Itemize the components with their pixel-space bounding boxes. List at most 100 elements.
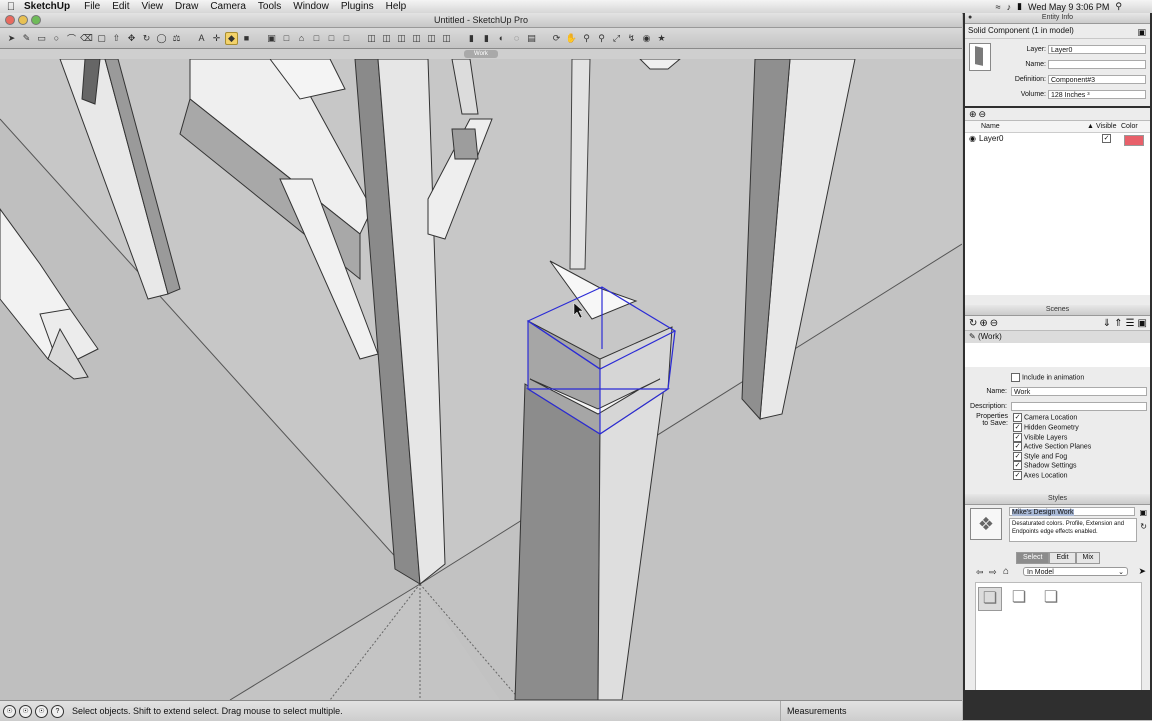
camera-iso-icon[interactable]: ▣ (265, 32, 278, 45)
zoom-window-icon[interactable]: ⚲ (595, 32, 608, 45)
name-input[interactable] (1048, 60, 1146, 69)
update-scene-icon[interactable]: ↻ (969, 318, 977, 329)
menu-view[interactable]: View (135, 1, 169, 12)
measurements-box[interactable]: Measurements (780, 701, 962, 721)
close-button[interactable] (5, 15, 15, 25)
style-thumbnail-item[interactable]: ❏ (1040, 587, 1062, 609)
prop-checkbox[interactable]: ✓ (1013, 461, 1022, 470)
user-icon[interactable]: ☉ (35, 704, 48, 718)
add-scene-icon[interactable]: ⊕ (979, 318, 987, 329)
home-icon[interactable]: ⌂ (1003, 566, 1009, 577)
model-viewport[interactable] (0, 59, 962, 700)
move-scene-down-icon[interactable]: ⇓ (1103, 318, 1111, 329)
panel-close-icon[interactable]: ● (968, 13, 972, 23)
shaded-style-icon[interactable]: ◫ (410, 32, 423, 45)
circle-tool-icon[interactable]: ○ (50, 32, 63, 45)
delete-layer-icon[interactable]: ⊖ (979, 109, 987, 120)
details-arrow-icon[interactable]: ➤ (1138, 566, 1146, 577)
menu-plugins[interactable]: Plugins (335, 1, 380, 12)
menu-camera[interactable]: Camera (204, 1, 252, 12)
orbit-tool-icon[interactable]: ⟳ (550, 32, 563, 45)
section-display-icon[interactable]: ▮ (480, 32, 493, 45)
sandbox-icon[interactable]: ▤ (525, 32, 538, 45)
menu-tools[interactable]: Tools (252, 1, 287, 12)
spotlight-icon[interactable]: ⚲ (1115, 1, 1122, 12)
apple-icon[interactable]:  (0, 1, 22, 13)
scene-tab-work[interactable]: Work (464, 50, 498, 58)
help-icon[interactable]: ? (51, 704, 64, 718)
style-thumbnail-icon[interactable]: ❖ (970, 508, 1002, 540)
move-tool-icon[interactable]: ✥ (125, 32, 138, 45)
hidden-line-style-icon[interactable]: ◫ (395, 32, 408, 45)
add-layer-icon[interactable]: ⊕ (969, 109, 977, 120)
camera-left-icon[interactable]: □ (340, 32, 353, 45)
tab-select[interactable]: Select (1016, 552, 1050, 564)
camera-back-icon[interactable]: □ (325, 32, 338, 45)
layer-row-layer0[interactable]: ◉ Layer0 ✓ (965, 133, 1150, 146)
component-tool-icon[interactable]: ◆ (225, 31, 238, 45)
fog-toggle-icon[interactable]: ◌ (510, 32, 523, 45)
offset-tool-icon[interactable]: ◯ (155, 32, 168, 45)
tab-edit[interactable]: Edit (1049, 552, 1076, 564)
layer-color-swatch[interactable] (1124, 135, 1144, 146)
arc-tool-icon[interactable]: ⌒ (65, 32, 78, 45)
xray-style-icon[interactable]: ◫ (365, 32, 378, 45)
monochrome-style-icon[interactable]: ◫ (440, 32, 453, 45)
scene-name-input[interactable]: Work (1011, 387, 1147, 396)
minimize-button[interactable] (18, 15, 28, 25)
menu-edit[interactable]: Edit (106, 1, 135, 12)
rectangle-tool-icon[interactable]: ▭ (35, 32, 48, 45)
paint-bucket-icon[interactable]: ▢ (95, 32, 108, 45)
credits-icon[interactable]: ☉ (19, 704, 32, 718)
tape-measure-icon[interactable]: ⚖ (170, 32, 183, 45)
update-style-icon[interactable]: ↻ (1140, 522, 1147, 531)
prop-checkbox[interactable]: ✓ (1013, 423, 1022, 432)
style-thumbnail-item[interactable]: ❏ (1008, 587, 1030, 609)
sort-icon[interactable]: ▲ (1087, 123, 1094, 130)
camera-front-icon[interactable]: ⌂ (295, 32, 308, 45)
volume-icon[interactable]: ♪ (1007, 2, 1012, 12)
layer-select[interactable]: Layer0 (1048, 45, 1146, 54)
model-canvas[interactable] (0, 59, 962, 700)
menu-window[interactable]: Window (287, 1, 335, 12)
prop-checkbox[interactable]: ✓ (1013, 413, 1022, 422)
pan-tool-icon[interactable]: ✋ (565, 32, 578, 45)
select-tool-icon[interactable]: ➤ (5, 32, 18, 45)
look-around-icon[interactable]: ◉ (640, 32, 653, 45)
solid-tools-icon[interactable]: ■ (240, 32, 253, 45)
wireframe-style-icon[interactable]: ◫ (380, 32, 393, 45)
camera-right-icon[interactable]: □ (310, 32, 323, 45)
definition-input[interactable]: Component#3 (1048, 75, 1146, 84)
menu-clock[interactable]: Wed May 9 3:06 PM (1028, 2, 1109, 12)
view-options-icon[interactable]: ☰ (1126, 318, 1135, 329)
move-scene-up-icon[interactable]: ⇑ (1114, 318, 1122, 329)
show-details-icon[interactable]: ▣ (1138, 318, 1147, 329)
style-thumbnail-item[interactable]: ❏ (978, 587, 1002, 611)
app-menu[interactable]: SketchUp (22, 1, 78, 12)
rotate-tool-icon[interactable]: ↻ (140, 32, 153, 45)
camera-top-icon[interactable]: □ (280, 32, 293, 45)
wifi-icon[interactable]: ≈ (996, 2, 1001, 12)
lock-icon[interactable]: ▣ (1137, 25, 1146, 39)
zoom-extents-icon[interactable]: ⤢ (610, 32, 623, 45)
geo-location-icon[interactable]: ☉ (3, 704, 16, 718)
battery-icon[interactable]: ▮ (1017, 1, 1022, 12)
include-animation-checkbox[interactable] (1011, 373, 1020, 382)
prop-checkbox[interactable]: ✓ (1013, 433, 1022, 442)
textured-style-icon[interactable]: ◫ (425, 32, 438, 45)
back-arrow-icon[interactable]: ⇦ (976, 567, 984, 578)
walk-tool-icon[interactable]: ↯ (625, 32, 638, 45)
delete-scene-icon[interactable]: ⊖ (990, 318, 998, 329)
axes-tool-icon[interactable]: ✛ (210, 32, 223, 45)
style-collection-select[interactable]: In Model ⌄ (1023, 567, 1128, 576)
pencil-tool-icon[interactable]: ✎ (20, 32, 33, 45)
selected-post-side[interactable] (514, 383, 601, 700)
eraser-tool-icon[interactable]: ⌫ (80, 32, 93, 45)
prop-checkbox[interactable]: ✓ (1013, 442, 1022, 451)
text-tool-icon[interactable]: A (195, 32, 208, 45)
tab-mix[interactable]: Mix (1075, 552, 1101, 564)
prop-checkbox[interactable]: ✓ (1013, 471, 1022, 480)
layer-visible-checkbox[interactable]: ✓ (1102, 134, 1111, 143)
shadow-toggle-icon[interactable]: ◐ (495, 32, 508, 45)
prop-checkbox[interactable]: ✓ (1013, 452, 1022, 461)
